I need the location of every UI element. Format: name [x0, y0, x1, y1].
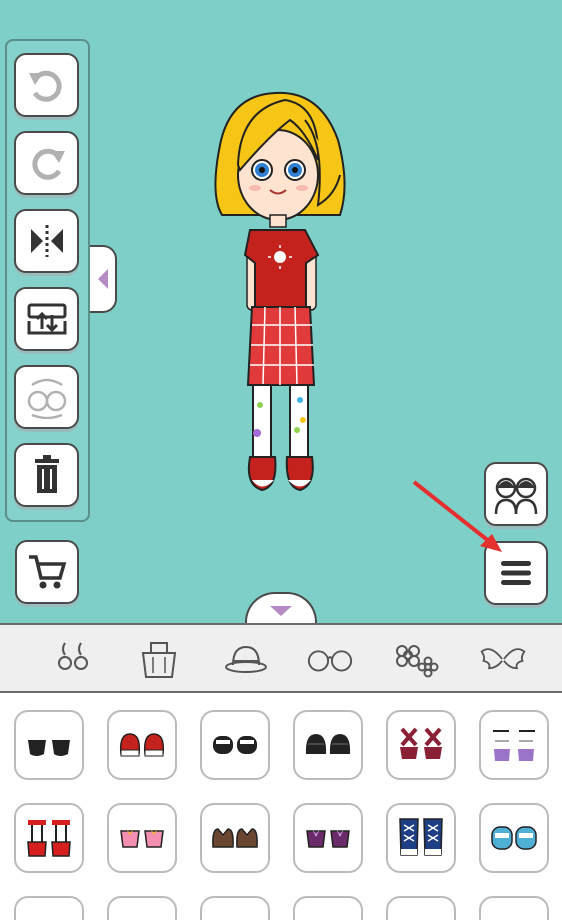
bag-icon [141, 642, 177, 678]
item-black-loafers[interactable] [293, 710, 363, 780]
purple-bow-shoes-icon [306, 829, 350, 848]
flip-button[interactable] [14, 209, 79, 273]
pink-bow-shoes-icon [120, 829, 164, 848]
category-bar [0, 623, 562, 693]
flowers-icon [396, 645, 439, 678]
chevron-left-icon [97, 269, 108, 289]
item-blue-high-tops[interactable] [386, 803, 456, 873]
item-slot[interactable] [293, 896, 363, 920]
hamburger-menu-icon [501, 561, 531, 585]
item-purple-boots[interactable] [479, 710, 549, 780]
item-slot[interactable] [479, 896, 549, 920]
category-bag[interactable] [134, 637, 184, 681]
item-slot[interactable] [107, 896, 177, 920]
flip-horizontal-icon [30, 225, 63, 257]
category-flowers[interactable] [392, 637, 442, 681]
character-stage[interactable] [0, 0, 562, 628]
undo-button[interactable] [14, 53, 79, 117]
item-grid [0, 693, 562, 920]
cart-icon [29, 555, 67, 589]
black-loafers-icon [305, 734, 351, 754]
earrings-icon [58, 642, 88, 670]
item-slot[interactable] [200, 896, 270, 920]
layer-order-button[interactable] [14, 287, 79, 351]
category-glasses[interactable] [305, 637, 355, 681]
item-black-flats[interactable] [14, 710, 84, 780]
item-red-boots[interactable] [14, 803, 84, 873]
pointer-arrow-annotation [412, 480, 502, 552]
layer-order-icon [27, 303, 66, 335]
undo-icon [28, 70, 62, 102]
item-slot[interactable] [386, 896, 456, 920]
hat-icon [225, 645, 267, 673]
item-red-strap-heels[interactable] [386, 710, 456, 780]
red-strap-heels-icon [400, 727, 442, 759]
item-red-sneakers[interactable] [107, 710, 177, 780]
wings-icon [480, 648, 526, 670]
category-earrings[interactable] [48, 637, 98, 681]
red-boots-icon [27, 820, 71, 857]
item-slot[interactable] [14, 896, 84, 920]
item-brown-shoes[interactable] [200, 803, 270, 873]
shop-button[interactable] [15, 540, 79, 604]
redo-button[interactable] [14, 131, 79, 195]
glasses-icon [307, 650, 353, 672]
category-hat[interactable] [221, 637, 271, 681]
collapse-panel-tab[interactable] [90, 245, 117, 313]
swap-characters-button[interactable] [14, 365, 79, 429]
black-band-shoes-icon [213, 736, 257, 754]
item-black-band-shoes[interactable] [200, 710, 270, 780]
chevron-down-icon [270, 606, 292, 616]
swap-characters-icon [27, 378, 66, 419]
item-purple-bow-shoes[interactable] [293, 803, 363, 873]
category-wings[interactable] [478, 637, 528, 681]
black-flats-icon [28, 740, 70, 756]
trash-icon [34, 455, 59, 493]
brown-shoes-icon [212, 828, 258, 848]
character-avatar[interactable] [200, 85, 360, 505]
purple-boots-icon [493, 730, 535, 761]
redo-icon [31, 148, 65, 180]
item-pink-bow-shoes[interactable] [107, 803, 177, 873]
red-sneakers-icon [119, 733, 165, 757]
delete-button[interactable] [14, 443, 79, 507]
blue-sandals-icon [491, 826, 537, 850]
blue-high-tops-icon [399, 818, 443, 856]
item-blue-sandals[interactable] [479, 803, 549, 873]
